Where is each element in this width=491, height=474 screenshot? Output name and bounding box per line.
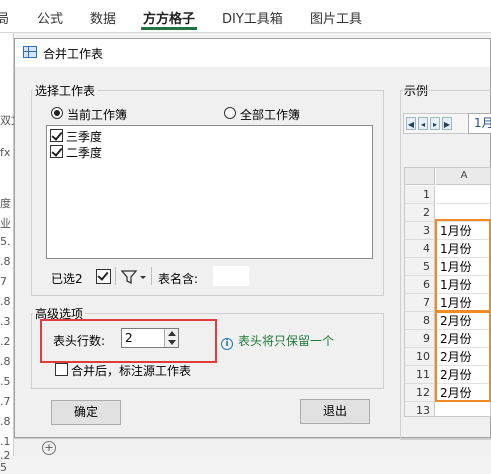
- sheet-checkbox[interactable]: [50, 145, 63, 158]
- radio-all-workbooks[interactable]: [224, 107, 236, 119]
- cell-fragment: .8: [0, 355, 11, 368]
- row-header: 9: [405, 330, 435, 348]
- january-rows-highlight: [435, 219, 491, 312]
- mark-source-checkbox[interactable]: [55, 363, 68, 376]
- ok-button[interactable]: 确定: [51, 400, 121, 425]
- selected-count: 已选2: [51, 272, 83, 286]
- cell-fragment: .8: [0, 295, 11, 308]
- dialog-title: 合并工作表: [43, 47, 104, 61]
- toolbar-divider: [115, 267, 116, 285]
- ribbon-tab-layout[interactable]: 局: [0, 8, 9, 27]
- sheet-label[interactable]: 三季度: [66, 128, 102, 145]
- filter-dropdown[interactable]: [120, 269, 149, 285]
- cell-fragment: 7: [0, 275, 7, 288]
- cell-fragment: .8: [0, 415, 11, 428]
- row-header: 10: [405, 348, 435, 366]
- info-note: i 表头将只保留一个: [221, 332, 334, 350]
- filter-icon: [120, 270, 146, 285]
- radio-current-workbook-label[interactable]: 当前工作簿: [67, 106, 127, 123]
- active-tab-indicator: [141, 27, 197, 30]
- cell-fragment: .5: [0, 375, 11, 388]
- row-header: 12: [405, 384, 435, 402]
- toolbar-divider: [151, 267, 152, 285]
- sheet-checkbox[interactable]: [50, 129, 63, 142]
- radio-current-workbook[interactable]: [51, 107, 63, 119]
- grid-corner: [405, 168, 435, 185]
- info-icon: i: [221, 338, 233, 350]
- nav-prev-icon: ◂: [418, 117, 428, 130]
- row-header: 11: [405, 366, 435, 384]
- excel-ribbon: 局 公式 数据 方方格子 DIY工具箱 图片工具: [0, 0, 491, 33]
- select-sheets-group-label: 选择工作表: [33, 82, 98, 99]
- add-sheet-icon[interactable]: +: [42, 441, 56, 455]
- row-header: 13: [405, 402, 435, 416]
- row-header: 1: [405, 186, 435, 204]
- cell-fragment: 业: [0, 217, 11, 230]
- nav-next-icon: ▸: [430, 117, 440, 130]
- nav-first-icon: ◀: [406, 117, 416, 130]
- grid-cell: [436, 186, 490, 204]
- radio-all-workbooks-label[interactable]: 全部工作簿: [240, 106, 300, 123]
- cell-fragment: 双文: [0, 114, 14, 127]
- row-header: 3: [405, 222, 435, 240]
- cell-fragment: .3: [0, 315, 11, 328]
- row-header: 6: [405, 276, 435, 294]
- ribbon-tab-data[interactable]: 数据: [90, 8, 116, 27]
- excel-background-column: 双文 fx 度 业 5. .8 7 .8 .3 .2 .8 .5 .7 .8 .…: [0, 33, 14, 474]
- cell-fragment: .2: [0, 335, 11, 348]
- table-icon: [23, 46, 37, 58]
- select-all-checkbox[interactable]: [96, 269, 111, 284]
- row-header: 4: [405, 240, 435, 258]
- sheet-list[interactable]: 三季度 二季度: [46, 125, 373, 259]
- ribbon-tab-image-tools[interactable]: 图片工具: [310, 8, 362, 27]
- ribbon-tab-fangfang[interactable]: 方方格子: [143, 8, 195, 27]
- row-header: 2: [405, 204, 435, 222]
- row-header: 8: [405, 312, 435, 330]
- cell-fragment: 5.: [0, 235, 11, 248]
- february-rows-highlight: [435, 311, 491, 402]
- cell-fragment: fx: [0, 146, 11, 159]
- nav-last-icon: ▶: [442, 117, 452, 130]
- row-header: 7: [405, 294, 435, 312]
- grid-cell: [436, 402, 490, 416]
- table-name-input[interactable]: [212, 265, 250, 287]
- cell-fragment: .8: [0, 255, 11, 268]
- dialog-titlebar[interactable]: 合并工作表: [15, 39, 490, 67]
- preview-sheet-nav: ◀ ◂ ▸ ▶ 1月: [403, 113, 491, 134]
- preview-sheet-tab: 1月: [468, 113, 491, 134]
- cell-fragment: 5: [0, 461, 7, 474]
- cell-fragment: .1: [0, 435, 11, 448]
- exit-button[interactable]: 退出: [300, 399, 370, 424]
- sheet-tab-bar: [14, 438, 491, 456]
- cell-fragment: 度: [0, 197, 11, 210]
- info-text: 表头将只保留一个: [238, 334, 335, 348]
- column-header: A: [436, 168, 490, 185]
- table-name-label: 表名含:: [158, 272, 199, 286]
- header-rows-highlight: [40, 319, 217, 363]
- sheet-label[interactable]: 二季度: [66, 144, 102, 161]
- mark-source-label[interactable]: 合并后，标注源工作表: [71, 362, 191, 379]
- ribbon-tab-formulas[interactable]: 公式: [37, 8, 63, 27]
- row-header: 5: [405, 258, 435, 276]
- cell-fragment: .7: [0, 395, 11, 408]
- ribbon-tab-diy-toolbox[interactable]: DIY工具箱: [222, 8, 283, 27]
